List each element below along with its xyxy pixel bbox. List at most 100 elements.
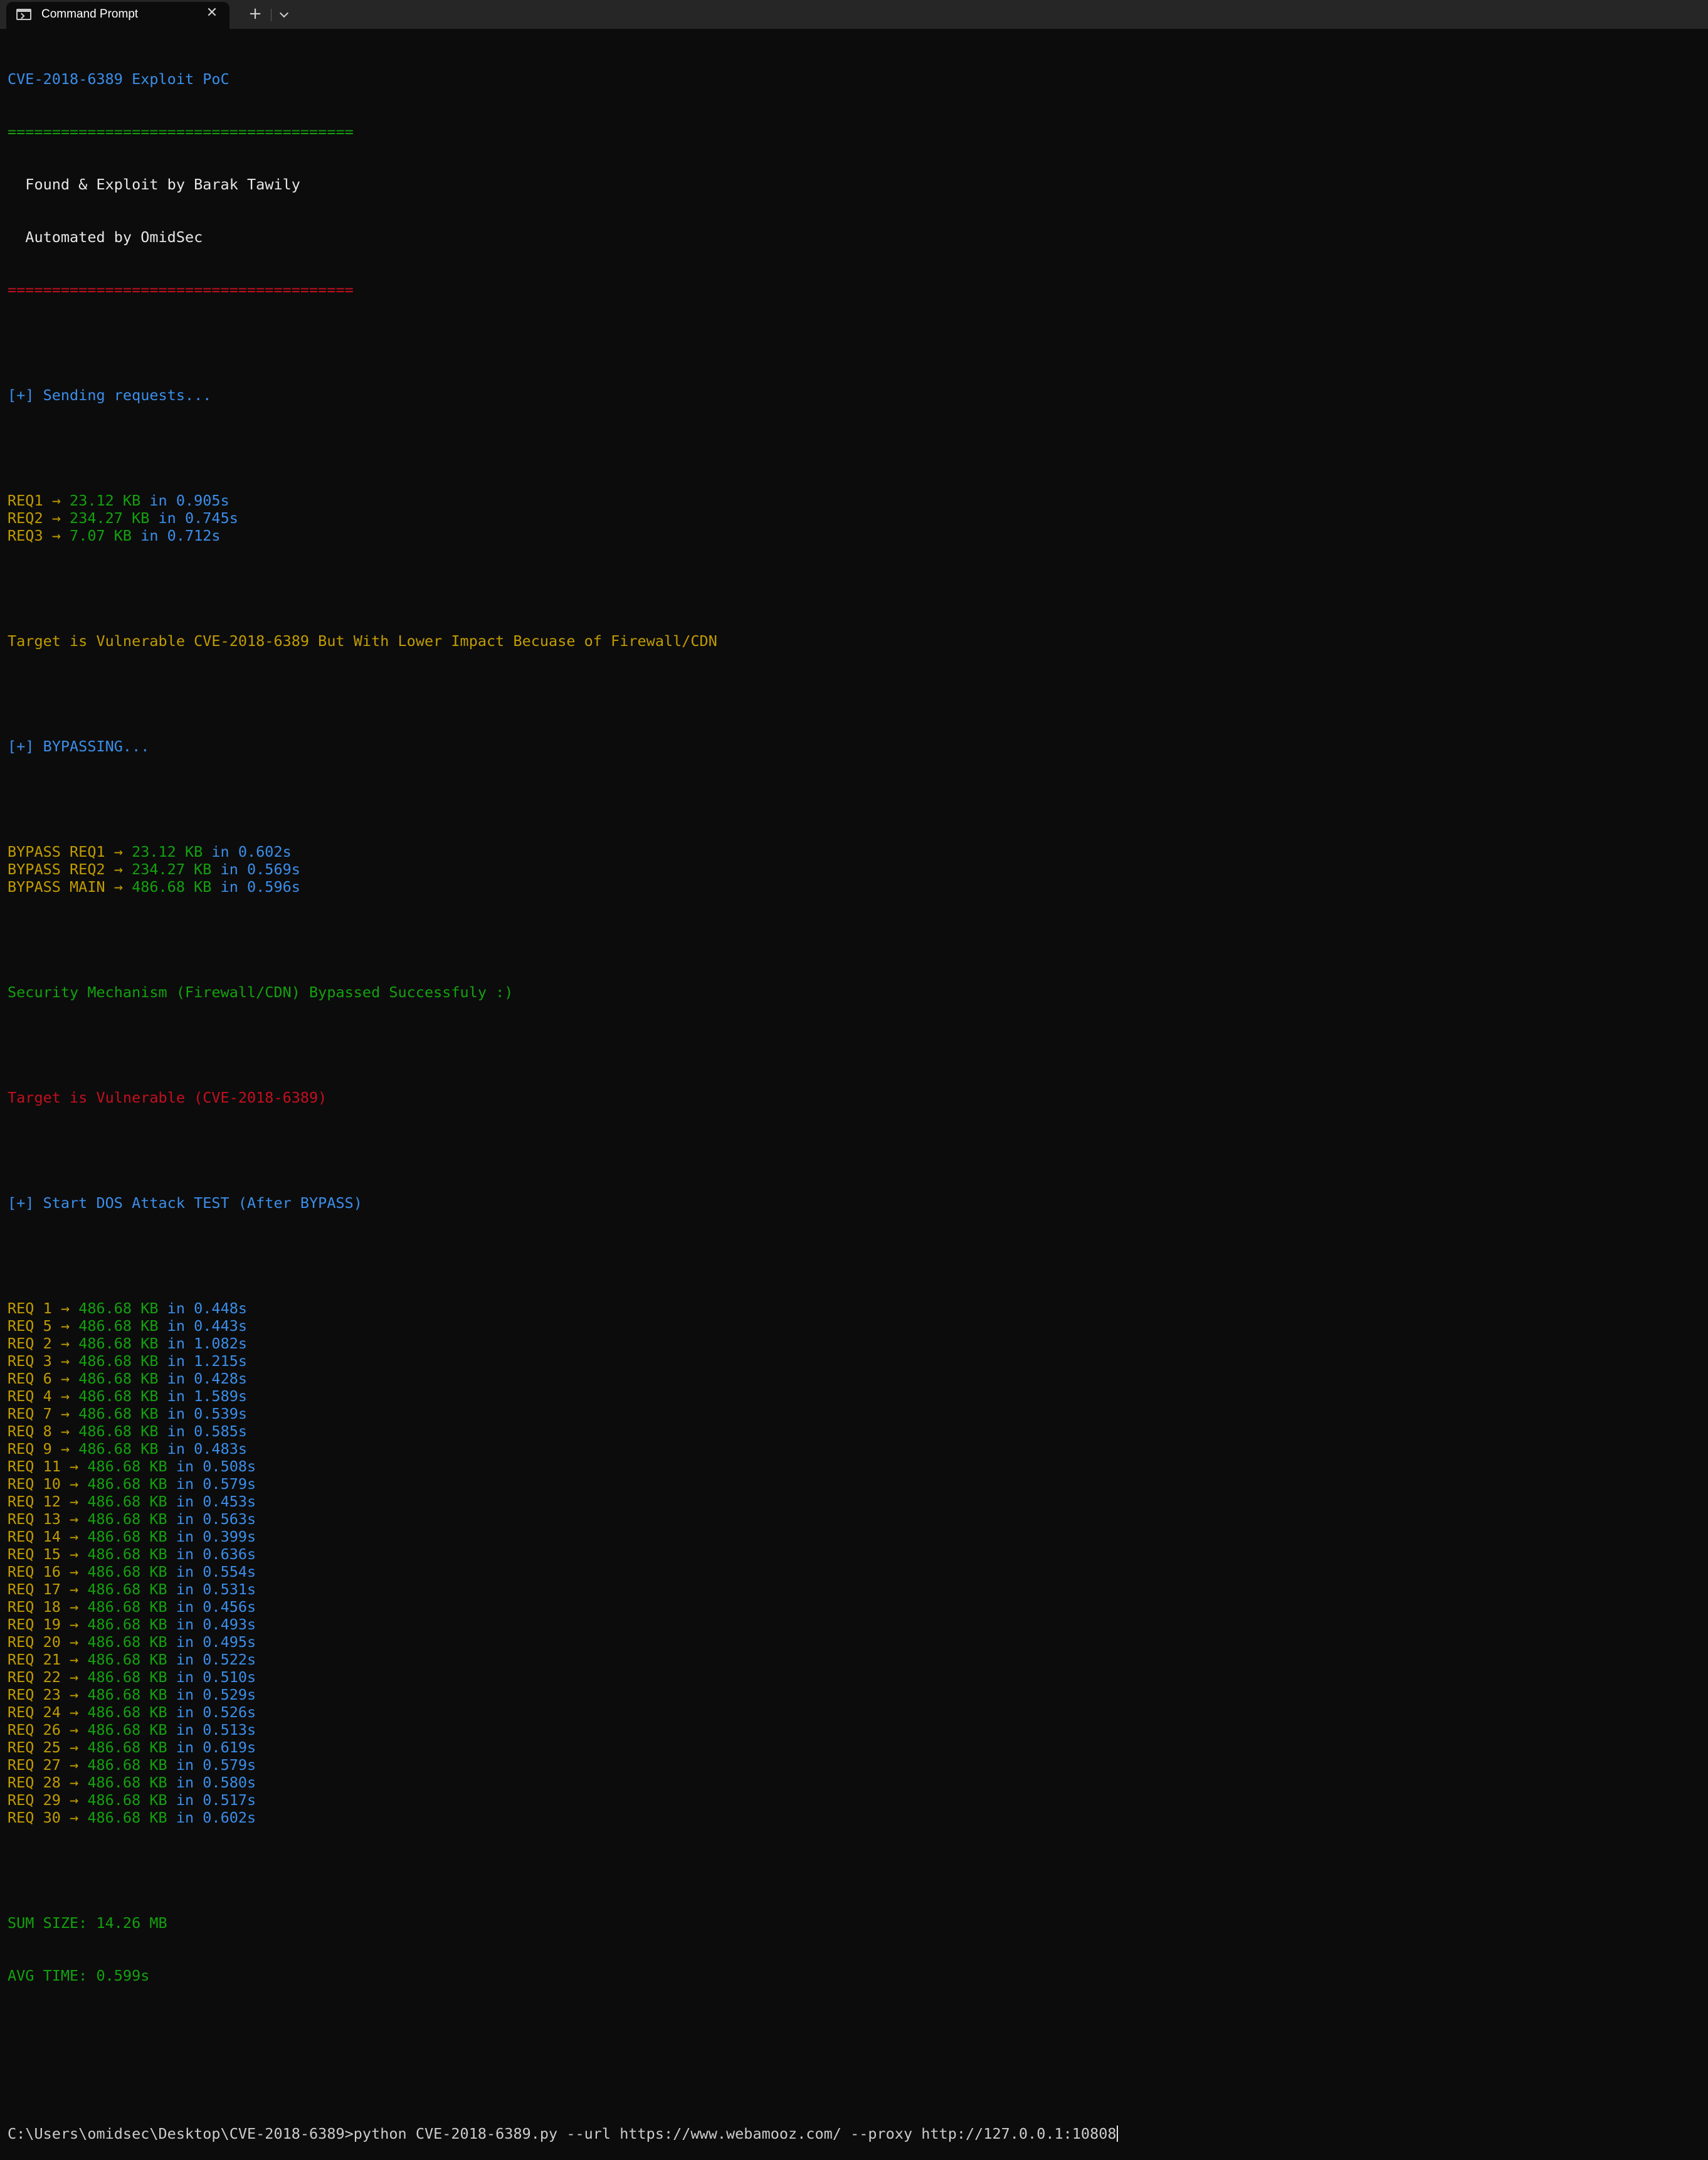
request-label: REQ 2 →: [8, 1335, 79, 1352]
request-label: REQ 18 →: [8, 1598, 88, 1616]
request-size: 486.68 KB: [87, 1616, 167, 1633]
request-row: REQ 17 → 486.68 KB in 0.531s: [8, 1580, 1700, 1598]
request-size: 7.07 KB: [70, 527, 132, 544]
new-tab-button[interactable]: +: [245, 4, 266, 25]
request-row: REQ 7 → 486.68 KB in 0.539s: [8, 1405, 1700, 1422]
request-row: REQ 13 → 486.68 KB in 0.563s: [8, 1510, 1700, 1528]
request-size: 486.68 KB: [78, 1440, 159, 1458]
tab-bar: Command Prompt ✕ +: [0, 0, 1708, 29]
request-size: 23.12 KB: [70, 492, 141, 509]
vulnerable-message: Target is Vulnerable (CVE-2018-6389): [8, 1089, 327, 1106]
request-row: REQ 8 → 486.68 KB in 0.585s: [8, 1422, 1700, 1440]
request-row: REQ 1 → 486.68 KB in 0.448s: [8, 1300, 1700, 1317]
request-time: in 0.443s: [158, 1317, 248, 1335]
request-time: in 0.580s: [167, 1774, 256, 1791]
request-row: REQ 21 → 486.68 KB in 0.522s: [8, 1651, 1700, 1668]
request-size: 486.68 KB: [87, 1633, 167, 1651]
request-row: REQ 19 → 486.68 KB in 0.493s: [8, 1616, 1700, 1633]
request-row: REQ 2 → 486.68 KB in 1.082s: [8, 1335, 1700, 1352]
request-size: 486.68 KB: [87, 1528, 167, 1545]
request-time: in 0.569s: [211, 860, 300, 878]
request-time: in 0.453s: [167, 1493, 256, 1510]
request-time: in 0.529s: [167, 1686, 256, 1703]
request-time: in 0.495s: [167, 1633, 256, 1651]
request-time: in 0.585s: [158, 1422, 248, 1440]
status-dos-start: [+] Start DOS Attack TEST (After BYPASS): [8, 1194, 362, 1212]
request-label: REQ 1 →: [8, 1300, 79, 1317]
request-size: 486.68 KB: [78, 1422, 159, 1440]
request-label: REQ 5 →: [8, 1317, 79, 1335]
request-row: REQ 15 → 486.68 KB in 0.636s: [8, 1545, 1700, 1563]
request-label: REQ 11 →: [8, 1458, 88, 1475]
request-time: in 0.745s: [149, 509, 238, 527]
request-label: REQ 20 →: [8, 1633, 88, 1651]
text-cursor: [1116, 2126, 1118, 2142]
tab-title: Command Prompt: [41, 8, 139, 21]
terminal-output[interactable]: CVE-2018-6389 Exploit PoC ==============…: [8, 35, 1700, 2142]
request-row: REQ 20 → 486.68 KB in 0.495s: [8, 1633, 1700, 1651]
request-label: REQ 14 →: [8, 1528, 88, 1545]
request-row: BYPASS MAIN → 486.68 KB in 0.596s: [8, 878, 1700, 896]
request-size: 486.68 KB: [78, 1405, 159, 1422]
request-size: 486.68 KB: [78, 1317, 159, 1335]
request-row: REQ 14 → 486.68 KB in 0.399s: [8, 1528, 1700, 1545]
request-row: REQ 11 → 486.68 KB in 0.508s: [8, 1458, 1700, 1475]
command-text: C:\Users\omidsec\Desktop\CVE-2018-6389>p…: [8, 2125, 1117, 2142]
request-row: REQ 3 → 486.68 KB in 1.215s: [8, 1352, 1700, 1370]
request-time: in 0.602s: [203, 843, 292, 860]
request-label: REQ 19 →: [8, 1616, 88, 1633]
bypassed-message: Security Mechanism (Firewall/CDN) Bypass…: [8, 983, 514, 1001]
request-size: 486.68 KB: [87, 1580, 167, 1598]
request-size: 486.68 KB: [87, 1686, 167, 1703]
request-row: REQ 9 → 486.68 KB in 0.483s: [8, 1440, 1700, 1458]
request-label: BYPASS REQ1 →: [8, 843, 132, 860]
request-time: in 0.579s: [167, 1475, 256, 1493]
request-time: in 0.554s: [167, 1563, 256, 1580]
close-icon[interactable]: ✕: [204, 6, 219, 21]
request-time: in 0.531s: [167, 1580, 256, 1598]
request-label: REQ 17 →: [8, 1580, 88, 1598]
header-rule-top: =======================================: [8, 123, 354, 140]
request-time: in 0.636s: [167, 1545, 256, 1563]
request-size: 486.68 KB: [87, 1458, 167, 1475]
request-size: 486.68 KB: [87, 1774, 167, 1791]
chevron-down-icon[interactable]: [275, 4, 293, 25]
request-label: REQ 16 →: [8, 1563, 88, 1580]
request-time: in 0.513s: [167, 1721, 256, 1739]
request-time: in 0.905s: [140, 492, 229, 509]
request-size: 486.68 KB: [87, 1493, 167, 1510]
request-time: in 0.526s: [167, 1703, 256, 1721]
request-time: in 1.082s: [158, 1335, 248, 1352]
command-prompt-line[interactable]: C:\Users\omidsec\Desktop\CVE-2018-6389>p…: [8, 2125, 1700, 2142]
tab-command-prompt[interactable]: Command Prompt ✕: [6, 2, 229, 29]
header-rule-bottom: =======================================: [8, 281, 354, 299]
request-row: REQ 28 → 486.68 KB in 0.580s: [8, 1774, 1700, 1791]
request-row: REQ 29 → 486.68 KB in 0.517s: [8, 1791, 1700, 1809]
request-size: 486.68 KB: [78, 1300, 159, 1317]
request-size: 486.68 KB: [78, 1352, 159, 1370]
terminal-icon: [16, 9, 31, 20]
request-row: BYPASS REQ1 → 23.12 KB in 0.602s: [8, 843, 1700, 860]
request-time: in 0.579s: [167, 1756, 256, 1774]
request-label: REQ 7 →: [8, 1405, 79, 1422]
request-row: REQ 27 → 486.68 KB in 0.579s: [8, 1756, 1700, 1774]
request-size: 486.68 KB: [87, 1510, 167, 1528]
request-label: REQ 4 →: [8, 1387, 79, 1405]
request-row: REQ 4 → 486.68 KB in 1.589s: [8, 1387, 1700, 1405]
request-label: REQ 25 →: [8, 1739, 88, 1756]
request-size: 486.68 KB: [87, 1475, 167, 1493]
request-label: REQ 8 →: [8, 1422, 79, 1440]
request-time: in 0.522s: [167, 1651, 256, 1668]
request-size: 486.68 KB: [132, 878, 212, 896]
request-label: REQ 26 →: [8, 1721, 88, 1739]
request-time: in 0.539s: [158, 1405, 248, 1422]
request-row: REQ 10 → 486.68 KB in 0.579s: [8, 1475, 1700, 1493]
request-time: in 1.215s: [158, 1352, 248, 1370]
request-label: REQ 23 →: [8, 1686, 88, 1703]
avg-time: AVG TIME: 0.599s: [8, 1967, 150, 1984]
request-time: in 0.517s: [167, 1791, 256, 1809]
request-row: BYPASS REQ2 → 234.27 KB in 0.569s: [8, 860, 1700, 878]
request-label: REQ 29 →: [8, 1791, 88, 1809]
request-time: in 0.483s: [158, 1440, 248, 1458]
request-size: 486.68 KB: [78, 1335, 159, 1352]
